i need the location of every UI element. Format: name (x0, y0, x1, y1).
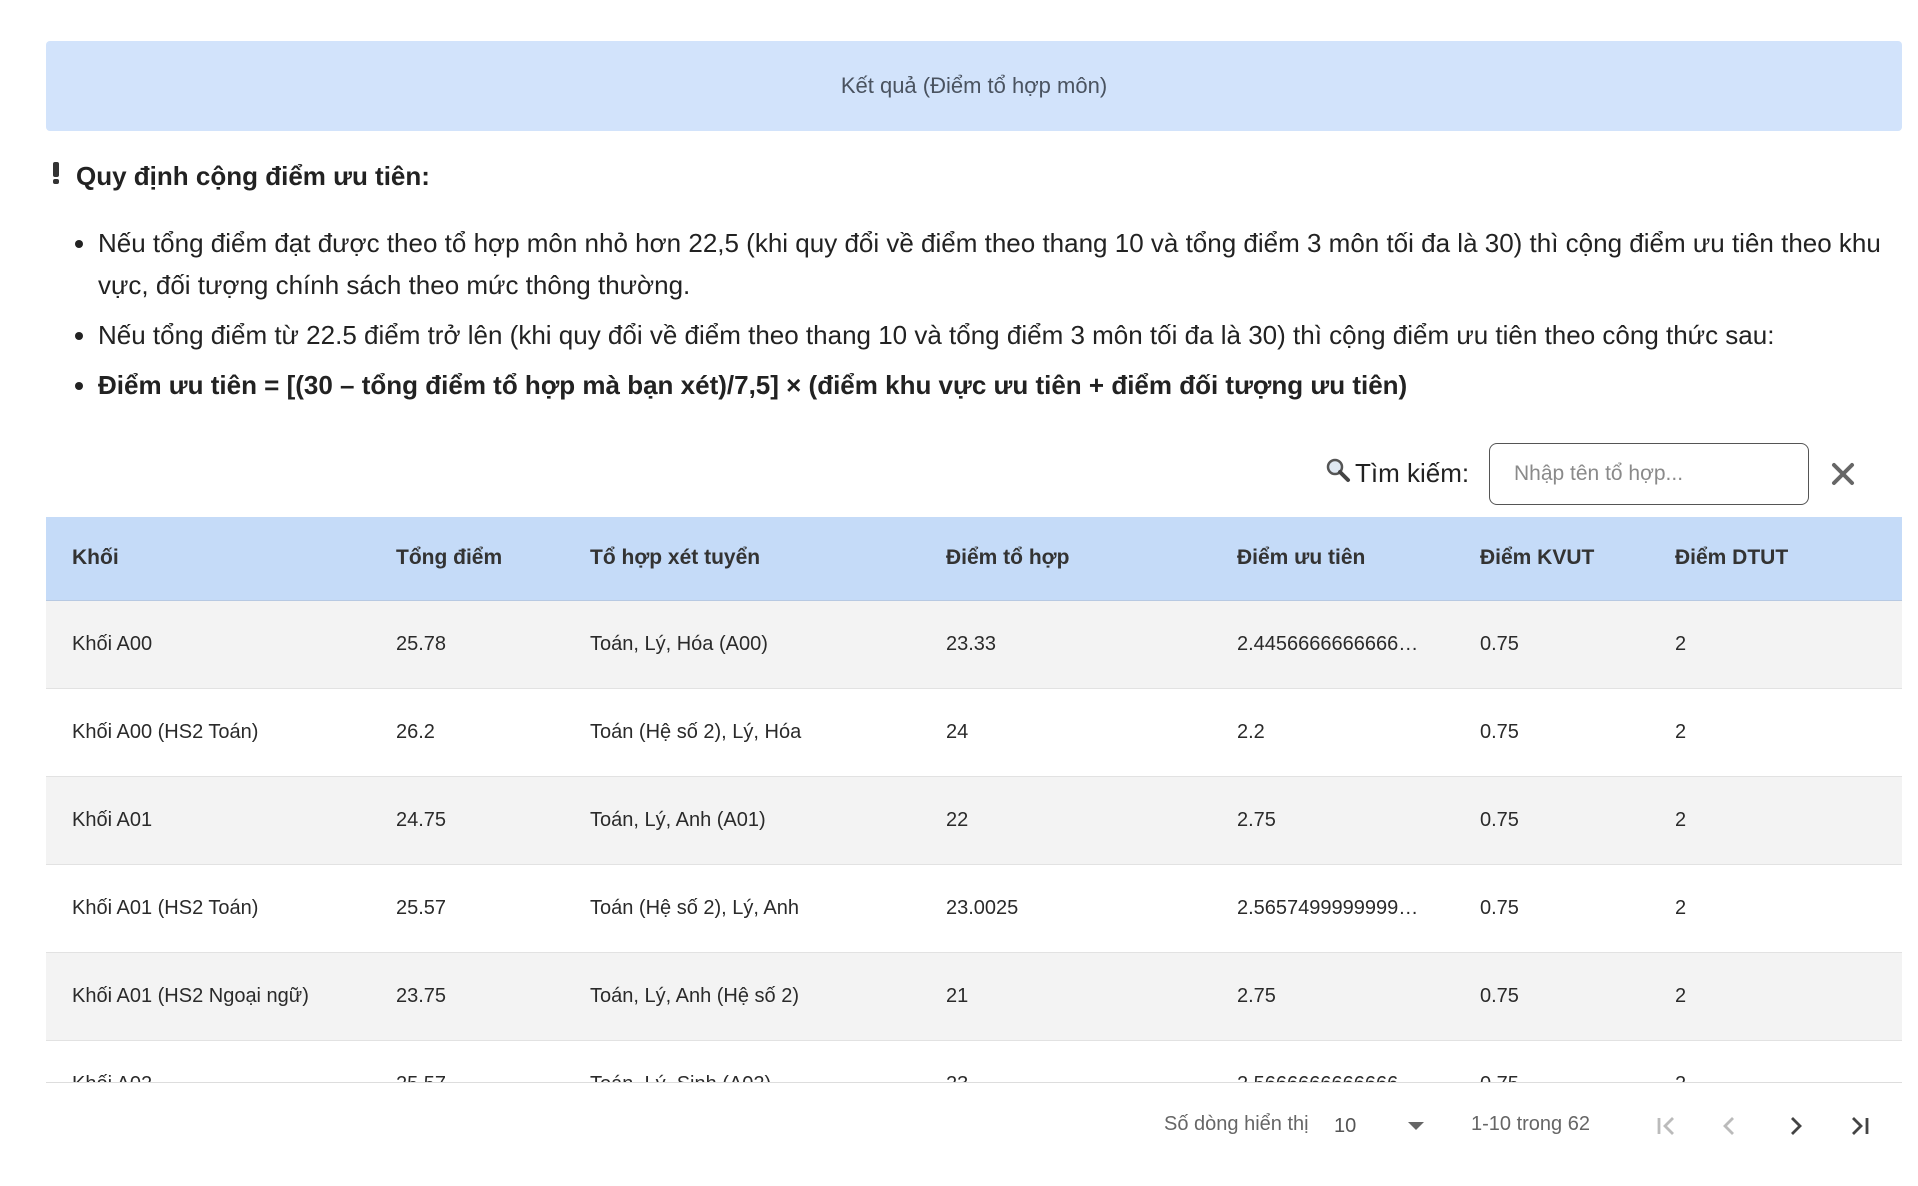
table-cell: 2 (1649, 952, 1902, 1041)
close-icon (1832, 463, 1854, 485)
table-cell: Toán (Hệ số 2), Lý, Anh (564, 864, 920, 953)
chevron-left-icon (1723, 1117, 1734, 1135)
column-header[interactable]: Khối (46, 517, 370, 601)
table-cell: 2 (1649, 600, 1902, 689)
page: Kết quả (Điểm tổ hợp môn) Quy định cộng … (0, 0, 1918, 1186)
table-cell: 2.75 (1211, 952, 1454, 1041)
pagination: Số dòng hiển thị 10 1-10 trong 62 (0, 1096, 1918, 1156)
exclamation-icon (52, 160, 62, 192)
table-cell: 24 (920, 688, 1211, 777)
table-cell: 0.75 (1454, 776, 1649, 865)
table-cell: 2 (1649, 776, 1902, 865)
table-cell: Khối A02 (46, 1040, 370, 1082)
table-cell: 24.75 (370, 776, 564, 865)
table-cell: Toán, Lý, Anh (Hệ số 2) (564, 952, 920, 1041)
rule-item: Nếu tổng điểm đạt được theo tổ hợp môn n… (98, 222, 1898, 306)
column-header[interactable]: Tổng điểm (370, 517, 564, 601)
search-label-text: Tìm kiếm: (1355, 458, 1470, 488)
results-table: Khối Tổng điểm Tổ hợp xét tuyển Điểm tổ … (46, 517, 1902, 1082)
table-row[interactable]: Khối A00 (HS2 Toán) 26.2 Toán (Hệ số 2),… (46, 688, 1902, 777)
table-cell: 23.75 (370, 952, 564, 1041)
table-cell: 2 (1649, 864, 1902, 953)
result-header: Kết quả (Điểm tổ hợp môn) (46, 41, 1902, 131)
first-page-button[interactable] (1650, 1109, 1684, 1143)
rule-formula: Điểm ưu tiên = [(30 – tổng điểm tổ hợp m… (98, 364, 1898, 406)
table-cell: 0.75 (1454, 600, 1649, 689)
next-page-button[interactable] (1778, 1109, 1812, 1143)
last-page-icon (1852, 1117, 1869, 1135)
table-row[interactable]: Khối A01 (HS2 Toán) 25.57 Toán (Hệ số 2)… (46, 864, 1902, 953)
rules-heading: Quy định cộng điểm ưu tiên: (52, 160, 430, 192)
rules-list: Nếu tổng điểm đạt được theo tổ hợp môn n… (70, 222, 1898, 414)
table-cell: Khối A01 (46, 776, 370, 865)
table-row[interactable]: Khối A00 25.78 Toán, Lý, Hóa (A00) 23.33… (46, 600, 1902, 689)
table-cell: Toán, Lý, Sinh (A02) (564, 1040, 920, 1082)
table-cell: 21 (920, 952, 1211, 1041)
column-header[interactable]: Điểm tổ hợp (920, 517, 1211, 601)
table-cell: 2 (1649, 1040, 1902, 1082)
table-header-row: Khối Tổng điểm Tổ hợp xét tuyển Điểm tổ … (46, 517, 1902, 601)
table-cell: 2.5657499999999… (1211, 864, 1454, 953)
table-cell: Khối A00 (46, 600, 370, 689)
table-cell: Toán (Hệ số 2), Lý, Hóa (564, 688, 920, 777)
rows-per-page-label: Số dòng hiển thị (1164, 1113, 1309, 1135)
table-cell: 2 (1649, 688, 1902, 777)
caret-down-icon (1408, 1122, 1424, 1130)
result-header-title: Kết quả (Điểm tổ hợp môn) (840, 73, 1108, 98)
column-header[interactable]: Điểm DTUT (1649, 517, 1902, 601)
chevron-right-icon (1791, 1117, 1802, 1135)
table-cell: 2.5666666666666… (1211, 1040, 1454, 1082)
last-page-button[interactable] (1842, 1109, 1876, 1143)
column-header[interactable]: Điểm KVUT (1454, 517, 1649, 601)
page-range-text: 1-10 trong 62 (1471, 1113, 1590, 1135)
table-cell: 0.75 (1454, 1040, 1649, 1082)
table-row[interactable]: Khối A02 25.57 Toán, Lý, Sinh (A02) 23 2… (46, 1040, 1902, 1082)
search-bar: Tìm kiếm: (0, 443, 1918, 507)
rows-per-page-select[interactable]: 10 (1334, 1108, 1424, 1144)
table-cell: 25.78 (370, 600, 564, 689)
table-cell: 23 (920, 1040, 1211, 1082)
table-cell: Khối A01 (HS2 Toán) (46, 864, 370, 953)
column-header[interactable]: Điểm ưu tiên (1211, 517, 1454, 601)
previous-page-button[interactable] (1713, 1109, 1747, 1143)
first-page-icon (1657, 1117, 1674, 1135)
clear-search-button[interactable] (1828, 459, 1858, 489)
column-header[interactable]: Tổ hợp xét tuyển (564, 517, 920, 601)
rules-title: Quy định cộng điểm ưu tiên: (76, 160, 430, 191)
table-cell: Khối A01 (HS2 Ngoại ngữ) (46, 952, 370, 1041)
table-cell: 2.4456666666666… (1211, 600, 1454, 689)
table-cell: 22 (920, 776, 1211, 865)
table-cell: 25.57 (370, 1040, 564, 1082)
search-label: Tìm kiếm: (1325, 457, 1469, 490)
table-cell: 23.33 (920, 600, 1211, 689)
table-cell: 26.2 (370, 688, 564, 777)
table-cell: 0.75 (1454, 952, 1649, 1041)
rule-item: Nếu tổng điểm từ 22.5 điểm trở lên (khi … (98, 314, 1898, 356)
table-row[interactable]: Khối A01 (HS2 Ngoại ngữ) 23.75 Toán, Lý,… (46, 952, 1902, 1041)
search-icon (1325, 457, 1355, 490)
table-cell: 0.75 (1454, 864, 1649, 953)
results-table-container[interactable]: Khối Tổng điểm Tổ hợp xét tuyển Điểm tổ … (46, 517, 1902, 1083)
table-cell: 2.75 (1211, 776, 1454, 865)
table-cell: 23.0025 (920, 864, 1211, 953)
table-cell: 2.2 (1211, 688, 1454, 777)
table-cell: 25.57 (370, 864, 564, 953)
table-cell: Khối A00 (HS2 Toán) (46, 688, 370, 777)
table-cell: Toán, Lý, Hóa (A00) (564, 600, 920, 689)
search-input[interactable] (1489, 443, 1809, 505)
rows-per-page-value: 10 (1334, 1114, 1357, 1137)
table-cell: Toán, Lý, Anh (A01) (564, 776, 920, 865)
table-cell: 0.75 (1454, 688, 1649, 777)
table-row[interactable]: Khối A01 24.75 Toán, Lý, Anh (A01) 22 2.… (46, 776, 1902, 865)
